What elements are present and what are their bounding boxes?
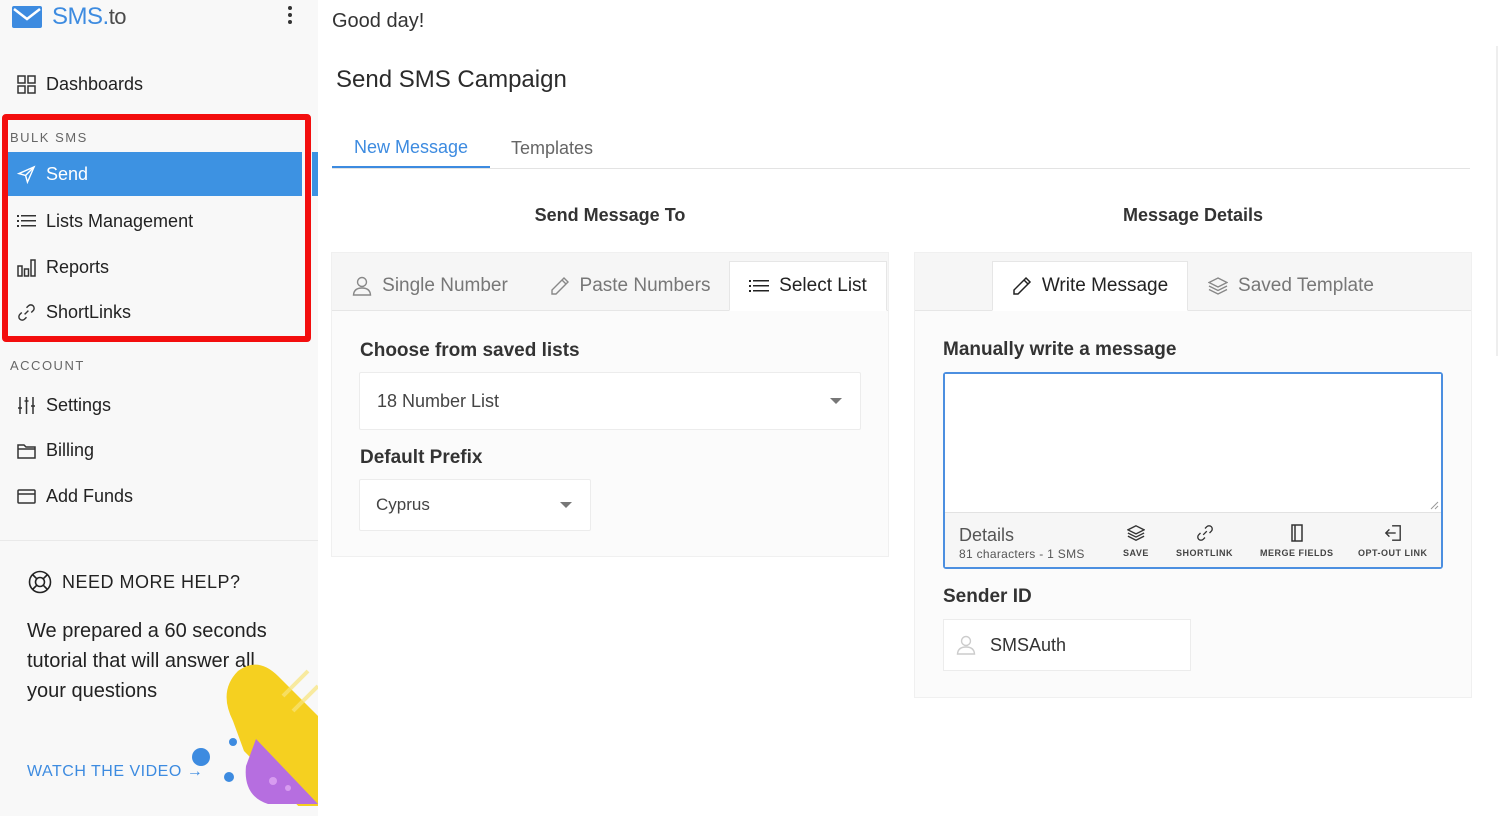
message-editor: Details 81 characters - 1 SMS SAVE SHORT… — [943, 372, 1443, 569]
layers-icon — [1208, 276, 1229, 296]
tabs-divider — [332, 168, 1470, 169]
tab-single-number[interactable]: Single Number — [332, 261, 528, 311]
tab-label: Single Number — [382, 275, 508, 296]
saved-list-select[interactable]: 18 Number List — [359, 372, 861, 430]
help-title-text: NEED MORE HELP? — [62, 571, 241, 592]
tool-label: SAVE — [1123, 548, 1149, 558]
tab-paste-numbers[interactable]: Paste Numbers — [532, 261, 728, 311]
tab-saved-template[interactable]: Saved Template — [1191, 261, 1391, 311]
link-icon — [1195, 523, 1215, 543]
sender-id-field[interactable]: SMSAuth — [943, 619, 1191, 671]
sliders-icon — [16, 395, 36, 415]
sidebar-item-reports[interactable]: Reports — [0, 245, 318, 289]
sidebar-item-label: Send — [46, 163, 89, 184]
tab-templates[interactable]: Templates — [496, 128, 608, 168]
tab-label: Select List — [779, 275, 867, 296]
section-label-account: ACCOUNT — [10, 358, 85, 373]
sidebar: SMS.to Dashboards BULK SMS Send Lists Ma… — [0, 0, 318, 816]
tool-label: SHORTLINK — [1176, 548, 1233, 558]
greeting: Good day! — [332, 10, 425, 32]
message-footer: Details 81 characters - 1 SMS SAVE SHORT… — [945, 512, 1441, 567]
sidebar-item-shortlinks[interactable]: ShortLinks — [0, 290, 318, 334]
user-icon — [352, 276, 372, 296]
recipient-panel: Single Number Paste Numbers Select List … — [331, 252, 889, 557]
sidebar-item-settings[interactable]: Settings — [0, 383, 318, 427]
bar-chart-icon — [16, 257, 36, 277]
prefix-select[interactable]: Cyprus — [359, 479, 591, 531]
brand-name: SMS.to — [52, 3, 127, 30]
merge-fields-button[interactable]: MERGE FIELDS — [1260, 523, 1334, 558]
tool-label: MERGE FIELDS — [1260, 548, 1334, 558]
tab-select-list[interactable]: Select List — [729, 261, 887, 311]
tab-label: Paste Numbers — [579, 275, 711, 296]
sidebar-item-label: Settings — [46, 394, 112, 415]
sidebar-item-label: Add Funds — [46, 485, 134, 506]
shortlink-button[interactable]: SHORTLINK — [1176, 523, 1233, 558]
brand-logo[interactable]: SMS.to — [12, 2, 127, 32]
message-details-heading: Message Details — [1122, 205, 1264, 225]
exit-icon — [1383, 523, 1403, 543]
write-message-label: Manually write a message — [943, 339, 1177, 360]
tool-label: OPT-OUT LINK — [1358, 548, 1428, 558]
sidebar-item-label: Reports — [46, 256, 110, 277]
chevron-down-icon — [560, 502, 572, 508]
details-title: Details — [959, 525, 1015, 545]
message-tabs: Write Message Saved Template — [915, 253, 1471, 311]
recipient-tabs: Single Number Paste Numbers Select List — [332, 253, 888, 311]
credit-card-icon — [16, 486, 36, 506]
list-icon — [16, 211, 36, 231]
prefix-value: Cyprus — [376, 495, 430, 514]
scrollbar[interactable] — [1496, 46, 1498, 356]
send-icon — [16, 164, 36, 184]
page-title: Send SMS Campaign — [336, 66, 567, 93]
opt-out-link-button[interactable]: OPT-OUT LINK — [1358, 523, 1428, 558]
more-menu-icon[interactable] — [282, 4, 298, 26]
save-button[interactable]: SAVE — [1123, 523, 1149, 558]
character-count: 81 characters - 1 SMS — [959, 547, 1085, 561]
tab-write-message[interactable]: Write Message — [992, 261, 1188, 311]
resize-handle-icon[interactable] — [1429, 500, 1439, 510]
send-to-heading: Send Message To — [534, 205, 686, 225]
sidebar-item-send[interactable]: Send — [5, 152, 302, 196]
tab-new-message[interactable]: New Message — [332, 128, 490, 169]
sidebar-item-billing[interactable]: Billing — [0, 428, 318, 472]
layers-icon — [1126, 523, 1146, 543]
sidebar-item-label: ShortLinks — [46, 301, 132, 322]
help-title: NEED MORE HELP? — [28, 570, 241, 594]
folder-icon — [16, 440, 36, 460]
active-indicator — [312, 152, 318, 196]
sidebar-item-add-funds[interactable]: Add Funds — [0, 474, 318, 518]
default-prefix-label: Default Prefix — [360, 447, 483, 468]
decorative-illustration — [192, 664, 318, 806]
sender-id-label: Sender ID — [943, 586, 1032, 607]
pencil-icon — [1012, 276, 1032, 296]
sidebar-item-label: Lists Management — [46, 210, 194, 231]
list-icon — [749, 276, 770, 296]
tab-label: Write Message — [1041, 275, 1169, 296]
bracket-icon — [1287, 523, 1307, 543]
saved-list-value: 18 Number List — [377, 390, 500, 411]
saved-lists-label: Choose from saved lists — [360, 340, 580, 361]
lifebuoy-icon — [28, 570, 52, 594]
sidebar-item-dashboards[interactable]: Dashboards — [0, 62, 318, 106]
sidebar-item-lists-management[interactable]: Lists Management — [0, 199, 318, 243]
message-input[interactable] — [945, 374, 1441, 512]
sidebar-item-label: Billing — [46, 439, 95, 460]
divider — [0, 540, 318, 541]
section-label-bulk-sms: BULK SMS — [10, 130, 88, 145]
pencil-icon — [550, 276, 570, 296]
tab-label: Saved Template — [1238, 275, 1374, 296]
watch-video-link[interactable]: WATCH THE VIDEO → — [27, 763, 203, 781]
chevron-down-icon — [830, 398, 842, 404]
grid-icon — [16, 74, 36, 94]
sidebar-item-label: Dashboards — [46, 73, 144, 94]
envelope-icon — [12, 6, 42, 28]
sender-id-value: SMSAuth — [990, 634, 1067, 655]
link-icon — [16, 302, 36, 322]
user-icon — [956, 635, 976, 655]
